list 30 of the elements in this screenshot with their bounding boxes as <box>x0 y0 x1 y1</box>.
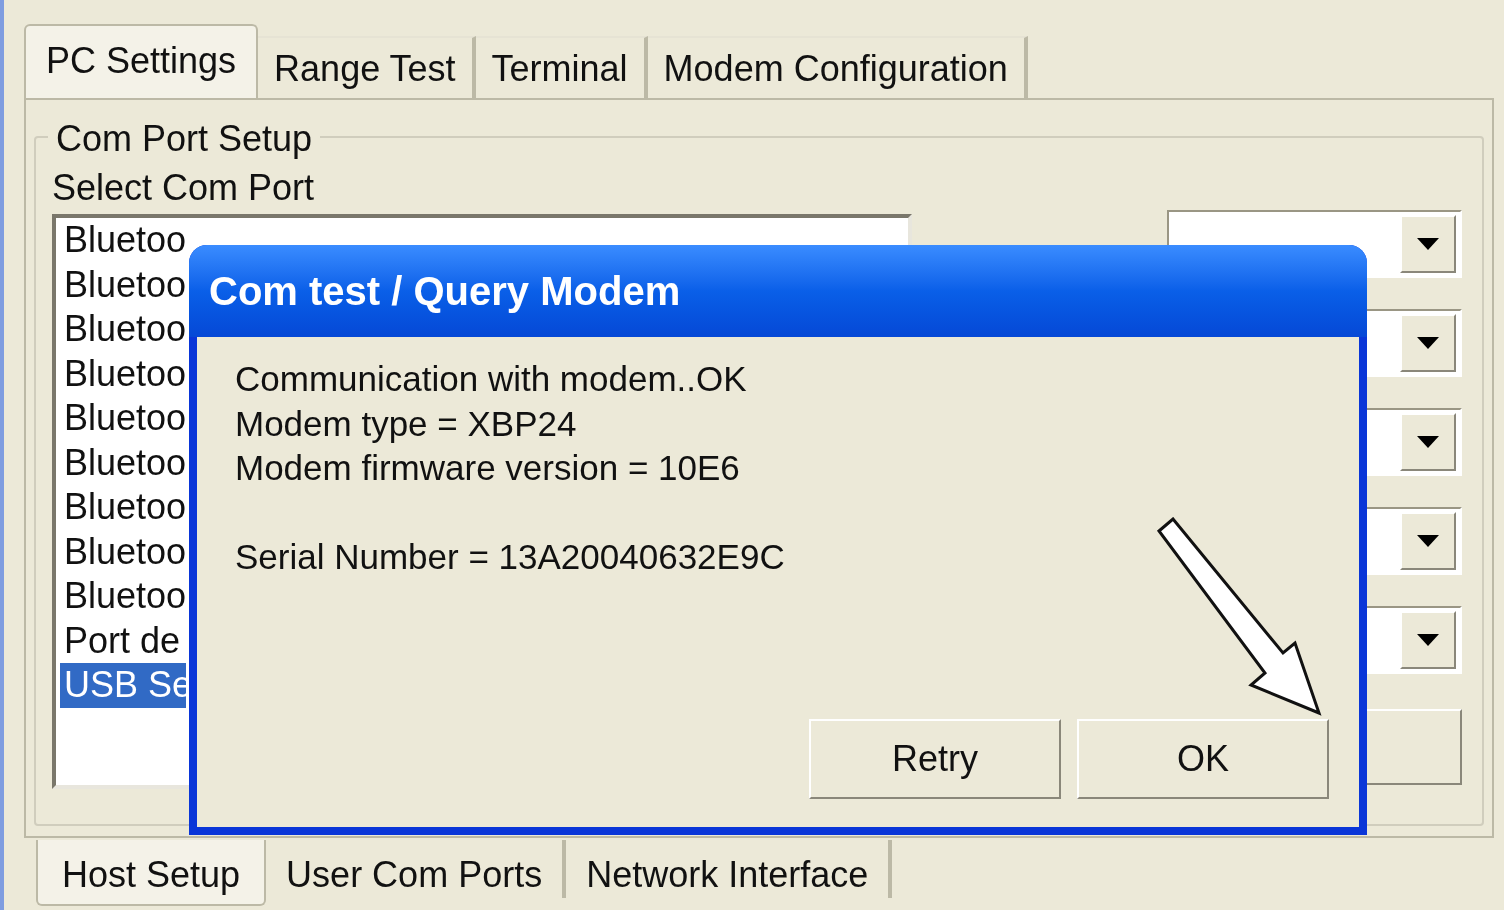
message-line: Serial Number = 13A20040632E9C <box>235 535 786 578</box>
dialog-button[interactable]: Retry <box>809 719 1061 799</box>
dropdown-arrow-icon <box>1417 436 1439 448</box>
dropdown-arrow-icon <box>1417 238 1439 250</box>
dropdown-arrow-icon <box>1417 535 1439 547</box>
list-item[interactable]: Bluetoo <box>60 262 186 307</box>
list-item[interactable]: Bluetoo <box>60 307 186 352</box>
tab[interactable]: Host Setup <box>36 840 267 906</box>
list-item[interactable]: Bluetoo <box>60 529 186 574</box>
field-label: Select Com Port <box>52 166 316 210</box>
tab[interactable]: Terminal <box>475 36 648 98</box>
message-line: Modem type = XBP24 <box>235 402 578 445</box>
list-item[interactable]: Bluetoo <box>60 396 186 441</box>
tab[interactable]: Range Test <box>258 36 476 98</box>
tab[interactable]: PC Settings <box>24 24 259 98</box>
list-item[interactable]: Bluetoo <box>60 440 186 485</box>
list-item[interactable]: Bluetoo <box>60 351 186 396</box>
list-item[interactable]: Bluetoo <box>60 485 186 530</box>
dialog-title: Com test / Query Modem <box>209 268 681 315</box>
tab[interactable]: User Com Ports <box>266 840 567 898</box>
message-line: Communication with modem..OK <box>235 358 748 400</box>
dialog-button[interactable]: OK <box>1077 719 1329 799</box>
dropdown-arrow-icon <box>1417 337 1439 349</box>
tab[interactable]: Network Interface <box>566 840 893 898</box>
dropdown-arrow-icon <box>1417 634 1439 646</box>
list-item[interactable]: Bluetoo <box>60 218 186 263</box>
tab[interactable]: Modem Configuration <box>647 36 1028 98</box>
message-line: Modem firmware version = 10E6 <box>235 447 741 489</box>
list-item[interactable]: Bluetoo <box>60 574 186 619</box>
list-item[interactable]: Port de <box>60 618 186 663</box>
